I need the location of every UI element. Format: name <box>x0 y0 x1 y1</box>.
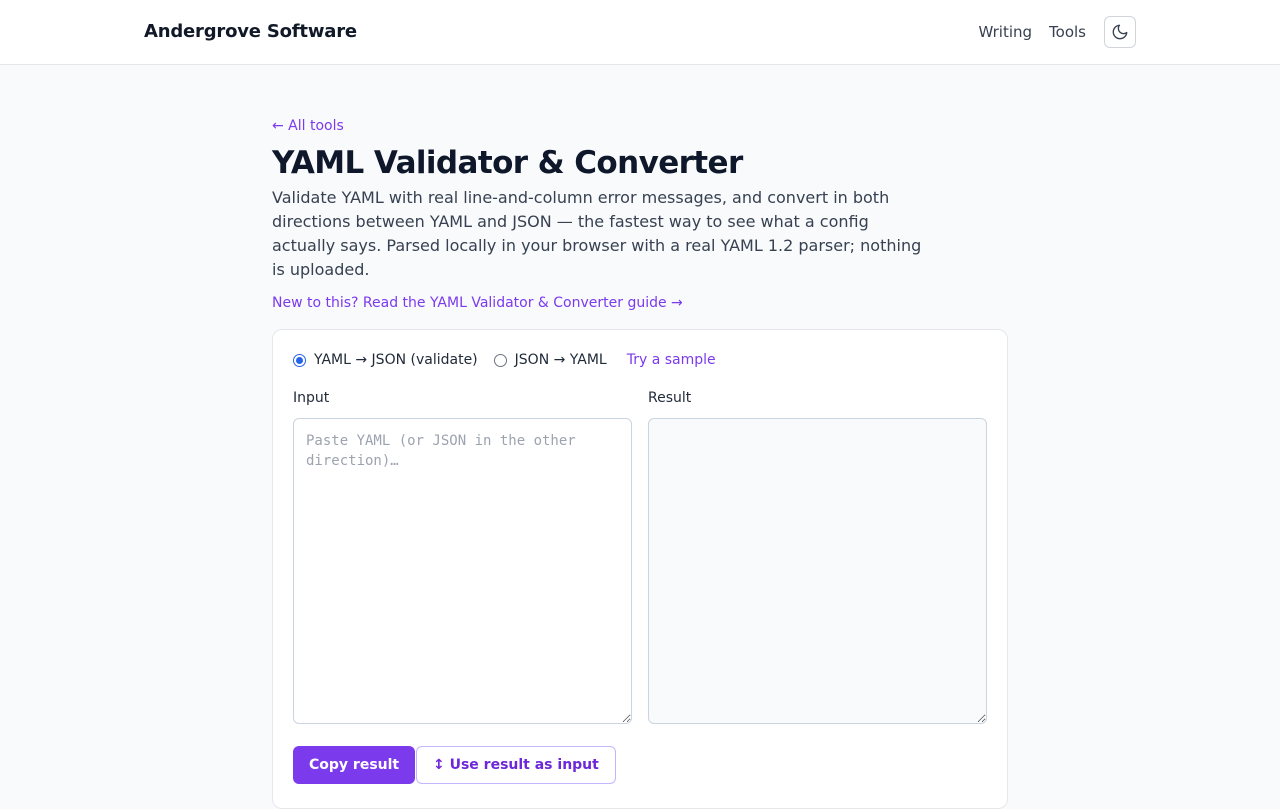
converter-panel: YAML → JSON (validate) JSON → YAML Try a… <box>272 329 1008 809</box>
mode-option-json-to-yaml[interactable]: JSON → YAML <box>493 352 607 368</box>
all-tools-back-link[interactable]: ← All tools <box>272 118 1008 134</box>
copy-result-button[interactable]: Copy result <box>293 746 416 784</box>
input-textarea[interactable] <box>293 418 632 724</box>
page-description: Validate YAML with real line-and-column … <box>272 188 922 279</box>
mode-option-yaml-to-json[interactable]: YAML → JSON (validate) <box>293 352 478 368</box>
top-navigation-bar: Andergrove Software Writing Tools <box>0 0 1280 65</box>
mode-label-json-to-yaml: JSON → YAML <box>514 352 607 368</box>
main-nav: Writing Tools <box>978 16 1136 48</box>
mode-selector: YAML → JSON (validate) JSON → YAML Try a… <box>293 350 716 370</box>
input-label: Input <box>293 390 330 406</box>
radio-json-to-yaml[interactable] <box>493 353 507 367</box>
brand-logo-link[interactable]: Andergrove Software <box>144 21 357 42</box>
main-content: ← All tools YAML Validator & Converter V… <box>272 65 1008 809</box>
radio-yaml-to-json[interactable] <box>293 353 306 367</box>
try-sample-link[interactable]: Try a sample <box>627 352 716 368</box>
nav-link-writing[interactable]: Writing <box>978 23 1032 41</box>
mode-label-yaml-to-json: YAML → JSON (validate) <box>314 352 478 368</box>
nav-link-tools[interactable]: Tools <box>1049 23 1086 41</box>
result-textarea[interactable] <box>648 418 987 724</box>
use-result-as-input-button[interactable]: ↕ Use result as input <box>416 746 616 784</box>
moon-icon <box>1112 24 1128 40</box>
page-title: YAML Validator & Converter <box>272 145 743 181</box>
result-label: Result <box>648 390 692 406</box>
guide-link[interactable]: New to this? Read the YAML Validator & C… <box>272 295 1008 311</box>
theme-toggle-button[interactable] <box>1104 16 1136 48</box>
